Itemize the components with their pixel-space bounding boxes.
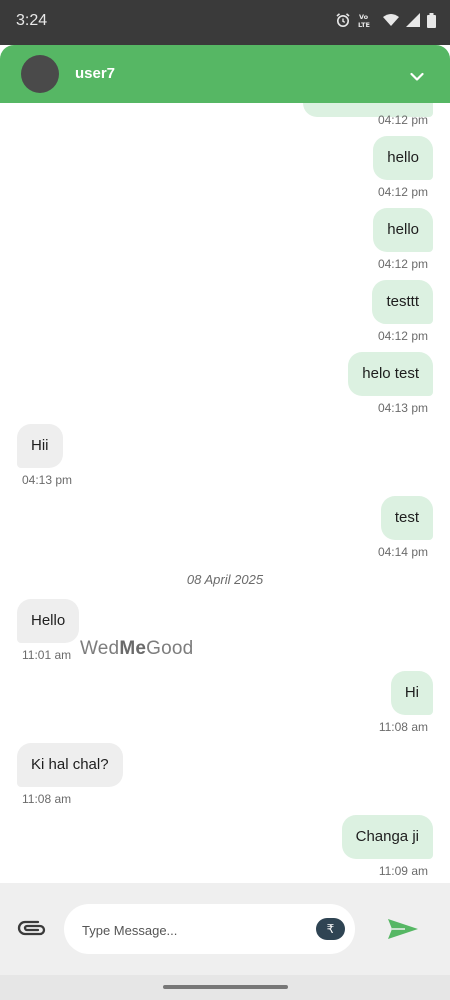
message-timestamp: 04:13 pm	[22, 473, 73, 487]
message-input-container: ₹	[64, 904, 355, 954]
message-bubble-sent[interactable]: Hi	[390, 671, 433, 715]
status-icons: Vo LTE	[335, 12, 436, 28]
date-separator: 08 April 2025	[186, 572, 264, 587]
message-list[interactable]: 04:12 pm hello 04:12 pm hello 04:12 pm t…	[0, 103, 450, 883]
message-bubble-sent[interactable]: Changa ji	[341, 815, 433, 859]
home-gesture-handle[interactable]	[163, 985, 288, 989]
message-bubble-received[interactable]: Hello	[17, 599, 80, 643]
status-bar: 3:24 Vo LTE	[0, 0, 450, 45]
paperclip-icon[interactable]	[16, 916, 48, 944]
signal-icon	[406, 13, 420, 27]
message-timestamp: 04:12 pm	[377, 185, 428, 199]
message-timestamp: 11:01 am	[22, 648, 72, 662]
send-icon[interactable]	[387, 918, 419, 944]
message-timestamp: 11:08 am	[22, 792, 72, 806]
svg-text:LTE: LTE	[358, 21, 370, 28]
message-bubble-received[interactable]: Ki hal chal?	[17, 743, 123, 787]
message-bubble-sent[interactable]: hello	[373, 136, 433, 180]
message-timestamp: 04:12 pm	[377, 113, 428, 127]
watermark-logo: WedMeGood	[80, 638, 194, 659]
message-timestamp: 11:09 am	[378, 864, 428, 878]
battery-icon	[427, 12, 436, 28]
message-bubble-received[interactable]: Hii	[17, 424, 63, 468]
message-timestamp: 04:12 pm	[377, 257, 428, 271]
message-timestamp: 11:08 am	[378, 720, 428, 734]
svg-text:Vo: Vo	[359, 13, 369, 21]
message-timestamp: 04:14 pm	[377, 545, 428, 559]
wifi-icon	[383, 13, 399, 27]
message-bubble-sent[interactable]: hello	[373, 208, 433, 252]
message-input-bar: ₹	[0, 883, 450, 975]
status-time: 3:24	[16, 12, 48, 29]
message-bubble-sent[interactable]: helo test	[348, 352, 433, 396]
message-input[interactable]	[80, 917, 304, 943]
avatar[interactable]	[21, 55, 59, 93]
message-bubble-sent[interactable]: testtt	[372, 280, 433, 324]
system-nav-bar	[0, 975, 450, 1000]
message-timestamp: 04:13 pm	[377, 401, 428, 415]
message-timestamp: 04:12 pm	[377, 329, 428, 343]
chat-header: user7	[0, 45, 450, 103]
message-bubble-sent[interactable]: test	[380, 496, 433, 540]
volte-lte-icon: Vo LTE	[358, 12, 376, 28]
rupee-payment-button[interactable]: ₹	[316, 918, 345, 940]
alarm-icon	[335, 12, 351, 28]
chevron-down-icon[interactable]	[410, 67, 424, 86]
chat-username[interactable]: user7	[75, 65, 115, 82]
